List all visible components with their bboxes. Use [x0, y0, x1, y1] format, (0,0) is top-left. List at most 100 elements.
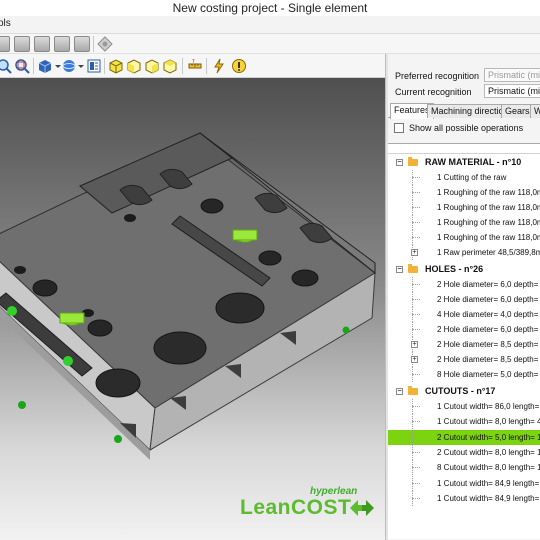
- tree-row-label: 8 Hole diameter= 5,0 depth= 3,: [437, 370, 540, 379]
- feature-highlight[interactable]: [59, 312, 85, 324]
- open-icon[interactable]: [0, 36, 10, 52]
- iso-view-icon[interactable]: [108, 58, 124, 74]
- panel-tabs: Features Machining directions Gears W: [388, 103, 540, 119]
- tree-row-label: 1 Cutout width= 84,9 length= 1: [437, 479, 540, 488]
- tree-row[interactable]: 8 Cutout width= 8,0 length= 14: [388, 460, 540, 475]
- recognize-icon[interactable]: [231, 58, 247, 74]
- tab-w[interactable]: W: [530, 104, 540, 118]
- tree-category-cutouts[interactable]: − CUTOUTS - n°17: [388, 384, 540, 399]
- front-view-icon[interactable]: [126, 58, 142, 74]
- section-icon[interactable]: [211, 58, 227, 74]
- tree-row-label: 2 Cutout width= 5,0 length= 10: [437, 433, 540, 442]
- tree-row-label: 1 Cutout width= 8,0 length= 40: [437, 417, 540, 426]
- tree-row-label: 1 Cutting of the raw: [437, 173, 507, 182]
- category-label: RAW MATERIAL - n°10: [425, 157, 522, 167]
- tree-row-label: 2 Hole diameter= 6,0 depth= 14: [437, 280, 540, 289]
- zoom-fit-icon[interactable]: [0, 58, 12, 74]
- tree-row[interactable]: 8 Hole diameter= 5,0 depth= 3,: [388, 367, 540, 382]
- tree-row[interactable]: 2 Hole diameter= 6,0 depth= 19: [388, 292, 540, 307]
- preferred-recognition-field[interactable]: Prismatic (milling: [484, 68, 540, 82]
- tree-row[interactable]: 2 Hole diameter= 6,0 depth= 8,: [388, 322, 540, 337]
- tree-row[interactable]: 1 Cutout width= 86,0 length= 1: [388, 399, 540, 414]
- tree-row-label: 1 Roughing of the raw 118,0mm: [437, 218, 540, 227]
- tree-row[interactable]: 1 Cutout width= 84,9 length= 1: [388, 476, 540, 491]
- folder-icon: [408, 157, 418, 166]
- toolbar-separator: [206, 58, 207, 74]
- expand-icon[interactable]: +: [411, 249, 418, 256]
- menubar: ols: [0, 16, 540, 34]
- tab-gears[interactable]: Gears: [501, 104, 534, 118]
- camera-icon[interactable]: [74, 36, 90, 52]
- tree-row[interactable]: 1 Cutout width= 84,9 length= 1: [388, 491, 540, 506]
- expand-icon[interactable]: +: [411, 341, 418, 348]
- tree-row-label: 2 Hole diameter= 8,5 depth= 16: [437, 355, 540, 364]
- tree-row[interactable]: +1 Raw perimeter 48,5/389,8mm: [388, 245, 540, 260]
- folder-icon: [408, 264, 418, 273]
- view-cube-icon[interactable]: [37, 58, 53, 74]
- feature-highlight[interactable]: [232, 229, 258, 241]
- tree-row-label: 1 Roughing of the raw 118,0mm: [437, 233, 540, 242]
- tree-row-label: 1 Raw perimeter 48,5/389,8mm: [437, 248, 540, 257]
- render-mode-icon[interactable]: [61, 58, 77, 74]
- show-all-operations-label: Show all possible operations: [409, 123, 524, 133]
- tree-row[interactable]: +2 Hole diameter= 8,5 depth= 11: [388, 337, 540, 352]
- import-icon[interactable]: [54, 36, 70, 52]
- tree-row-selected[interactable]: 2 Cutout width= 5,0 length= 10: [388, 430, 540, 445]
- tree-category-raw-material[interactable]: − RAW MATERIAL - n°10: [388, 155, 540, 170]
- collapse-icon[interactable]: −: [396, 266, 403, 273]
- toolbar-file: [0, 34, 540, 54]
- tree-row-label: 1 Cutout width= 86,0 length= 1: [437, 402, 540, 411]
- current-recognition-field[interactable]: Prismatic (mill: [484, 84, 540, 98]
- show-all-operations-checkbox[interactable]: [394, 123, 404, 133]
- tree-row-label: 2 Hole diameter= 8,5 depth= 11: [437, 340, 540, 349]
- tree-row[interactable]: 1 Roughing of the raw 118,0mm: [388, 185, 540, 200]
- tree-row[interactable]: 4 Hole diameter= 4,0 depth= 6,: [388, 307, 540, 322]
- features-panel: Preferred recognition Prismatic (milling…: [388, 54, 540, 540]
- tree-row[interactable]: 1 Cutout width= 8,0 length= 40: [388, 414, 540, 429]
- layers-icon[interactable]: [86, 58, 102, 74]
- measure-icon[interactable]: ?: [187, 58, 203, 74]
- collapse-icon[interactable]: −: [396, 159, 403, 166]
- tree-row-label: 1 Cutout width= 84,9 length= 1: [437, 494, 540, 503]
- tree-category-holes[interactable]: − HOLES - n°26: [388, 262, 540, 277]
- logo-wordmark: LeanCOST: [240, 496, 352, 519]
- tree-row-label: 1 Roughing of the raw 118,0mm: [437, 203, 540, 212]
- leancost-logo: hyperlean LeanCOST: [240, 486, 380, 524]
- toolbar-separator: [93, 36, 94, 52]
- toolbar-separator: [33, 58, 34, 74]
- tree-row[interactable]: 1 Roughing of the raw 118,0mm: [388, 215, 540, 230]
- svg-text:?: ?: [192, 59, 195, 65]
- top-view-icon[interactable]: [162, 58, 178, 74]
- tree-row-label: 1 Roughing of the raw 118,0mm: [437, 188, 540, 197]
- tree-row[interactable]: 1 Roughing of the raw 118,0mm: [388, 200, 540, 215]
- zoom-window-icon[interactable]: [14, 58, 30, 74]
- expand-icon[interactable]: +: [411, 356, 418, 363]
- 3d-viewport[interactable]: [0, 78, 385, 540]
- tree-row-label: 8 Cutout width= 8,0 length= 14: [437, 463, 540, 472]
- tree-row-label: 2 Cutout width= 8,0 length= 11: [437, 448, 540, 457]
- tree-row[interactable]: 2 Hole diameter= 6,0 depth= 14: [388, 277, 540, 292]
- side-view-icon[interactable]: [144, 58, 160, 74]
- settings-icon[interactable]: [97, 36, 113, 52]
- tree-row[interactable]: +2 Hole diameter= 8,5 depth= 16: [388, 352, 540, 367]
- window-title: New costing project - Single element: [0, 0, 540, 16]
- tree-row[interactable]: 1 Cutting of the raw: [388, 170, 540, 185]
- tree-row-label: 4 Hole diameter= 4,0 depth= 6,: [437, 310, 540, 319]
- collapse-icon[interactable]: −: [396, 388, 403, 395]
- part-model[interactable]: [0, 78, 385, 540]
- menu-tools[interactable]: ols: [0, 18, 11, 29]
- preferred-recognition-label: Preferred recognition: [395, 71, 480, 81]
- tree-row[interactable]: 2 Cutout width= 8,0 length= 11: [388, 445, 540, 460]
- logo-mark-icon: [350, 500, 374, 516]
- toolbar-separator: [182, 58, 183, 74]
- save-icon[interactable]: [14, 36, 30, 52]
- tree-header: [388, 144, 540, 154]
- current-recognition-label: Current recognition: [395, 87, 472, 97]
- export-icon[interactable]: [34, 36, 50, 52]
- tree-row-label: 2 Hole diameter= 6,0 depth= 8,: [437, 325, 540, 334]
- folder-icon: [408, 386, 418, 395]
- tree-row-label: 2 Hole diameter= 6,0 depth= 19: [437, 295, 540, 304]
- category-label: CUTOUTS - n°17: [425, 386, 496, 396]
- tree-row[interactable]: 1 Roughing of the raw 118,0mm: [388, 230, 540, 245]
- toolbar-separator: [104, 58, 105, 74]
